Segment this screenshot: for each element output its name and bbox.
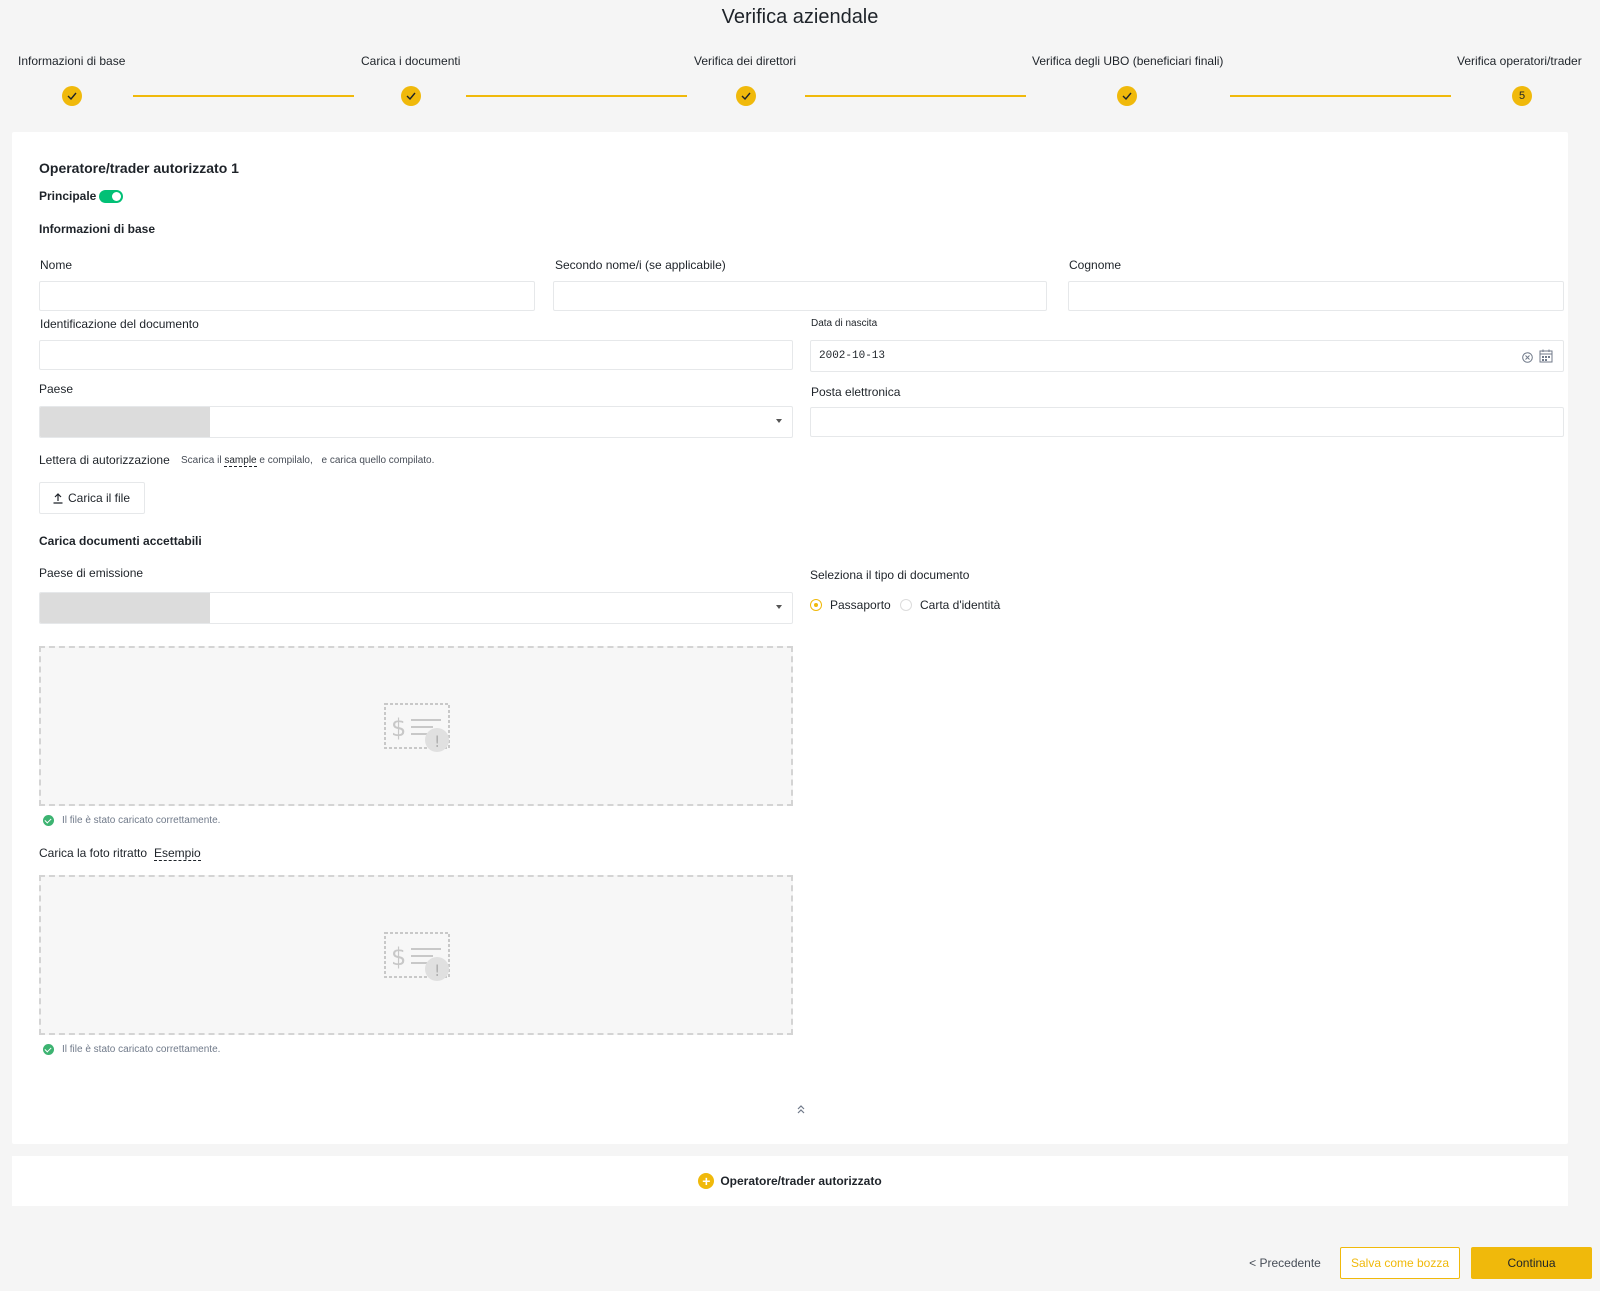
continue-button[interactable]: Continua [1471, 1247, 1592, 1279]
svg-text:$: $ [391, 943, 406, 971]
step-check-icon[interactable] [1117, 86, 1137, 106]
issuing-country-label: Paese di emissione [39, 566, 144, 580]
hint-text: e carica quello compilato. [321, 455, 435, 466]
dob-input[interactable]: 2002-10-13 [810, 340, 1564, 372]
email-label: Posta elettronica [811, 385, 901, 399]
radio-id-card-label[interactable]: Carta d'identità [920, 598, 1000, 612]
country-label: Paese [39, 382, 74, 396]
save-draft-button[interactable]: Salva come bozza [1340, 1247, 1460, 1279]
plus-icon: + [698, 1173, 715, 1189]
hint-text: e compilalo, [259, 455, 313, 466]
collapse-chevron-icon[interactable] [796, 1102, 806, 1114]
first-name-label: Nome [40, 258, 73, 272]
previous-button[interactable]: < Precedente [1240, 1247, 1330, 1279]
upload-file-button[interactable]: Carica il file [39, 482, 145, 514]
step-label-basic-info: Informazioni di base [18, 54, 126, 68]
svg-text:!: ! [434, 732, 440, 751]
doc-id-input[interactable] [39, 340, 793, 370]
upload-success-text: Il file è stato caricato correttamente. [62, 815, 221, 826]
middle-name-label: Secondo nome/i (se applicabile) [555, 258, 726, 272]
principal-toggle[interactable] [99, 190, 123, 203]
step-label-directors: Verifica dei direttori [694, 54, 797, 68]
operator-card: Operatore/trader autorizzato 1 Principal… [12, 132, 1568, 1144]
success-check-icon [43, 815, 54, 826]
step-connector [466, 95, 687, 97]
email-input[interactable] [810, 407, 1564, 437]
radio-passport[interactable] [810, 599, 822, 611]
auth-letter-label: Lettera di autorizzazione [39, 453, 170, 467]
doc-id-label: Identificazione del documento [40, 317, 199, 331]
svg-text:$: $ [391, 714, 406, 742]
radio-passport-label[interactable]: Passaporto [830, 598, 891, 612]
last-name-label: Cognome [1069, 258, 1122, 272]
step-connector [133, 95, 354, 97]
calendar-icon[interactable] [1539, 349, 1553, 363]
country-select[interactable] [39, 406, 793, 438]
step-check-icon[interactable] [62, 86, 82, 106]
step-label-operators: Verifica operatori/trader [1457, 54, 1582, 68]
document-dropzone[interactable]: $ ! [39, 646, 793, 806]
add-operator-label: Operatore/trader autorizzato [720, 1174, 882, 1188]
upload-file-label: Carica il file [68, 491, 131, 505]
step-connector [1230, 95, 1451, 97]
middle-name-input[interactable] [553, 281, 1047, 311]
portrait-example-link[interactable]: Esempio [154, 846, 201, 861]
issuing-country-select-value [40, 593, 210, 623]
portrait-dropzone[interactable]: $ ! [39, 875, 793, 1035]
step-connector [805, 95, 1026, 97]
document-placeholder-icon: $ ! [383, 931, 451, 983]
portrait-label: Carica la foto ritratto [39, 846, 148, 860]
first-name-input[interactable] [39, 281, 535, 311]
issuing-country-select[interactable] [39, 592, 793, 624]
upload-success-row: Il file è stato caricato correttamente. [43, 1044, 220, 1055]
section-title: Operatore/trader autorizzato 1 [39, 160, 239, 176]
step-label-upload-docs: Carica i documenti [361, 54, 461, 68]
page-title: Verifica aziendale [721, 6, 879, 28]
step-label-ubo: Verifica degli UBO (beneficiari finali) [1032, 54, 1224, 68]
dob-label: Data di nascita [811, 318, 878, 329]
country-select-value [40, 407, 210, 437]
success-check-icon [43, 1044, 54, 1055]
svg-text:!: ! [434, 961, 440, 980]
chevron-down-icon [776, 605, 782, 609]
upload-success-row: Il file è stato caricato correttamente. [43, 815, 220, 826]
auth-letter-hint: Scarica il sample e compilalo, e carica … [181, 455, 435, 467]
step-check-icon[interactable] [736, 86, 756, 106]
radio-id-card[interactable] [900, 599, 912, 611]
chevron-down-icon [776, 419, 782, 423]
upload-icon [52, 492, 64, 504]
accept-docs-heading: Carica documenti accettabili [39, 534, 202, 548]
step-check-icon[interactable] [401, 86, 421, 106]
clear-icon[interactable] [1522, 350, 1533, 363]
dob-value: 2002-10-13 [819, 350, 886, 362]
upload-success-text: Il file è stato caricato correttamente. [62, 1044, 221, 1055]
sample-link[interactable]: sample [224, 455, 257, 467]
document-placeholder-icon: $ ! [383, 702, 451, 754]
step-number-badge[interactable]: 5 [1512, 86, 1532, 106]
principal-label: Principale [39, 189, 97, 203]
last-name-input[interactable] [1068, 281, 1564, 311]
add-operator-button[interactable]: + Operatore/trader autorizzato [12, 1156, 1568, 1206]
basic-info-heading: Informazioni di base [39, 222, 156, 236]
hint-text: Scarica il [181, 455, 222, 466]
doc-type-label: Seleziona il tipo di documento [810, 568, 970, 582]
